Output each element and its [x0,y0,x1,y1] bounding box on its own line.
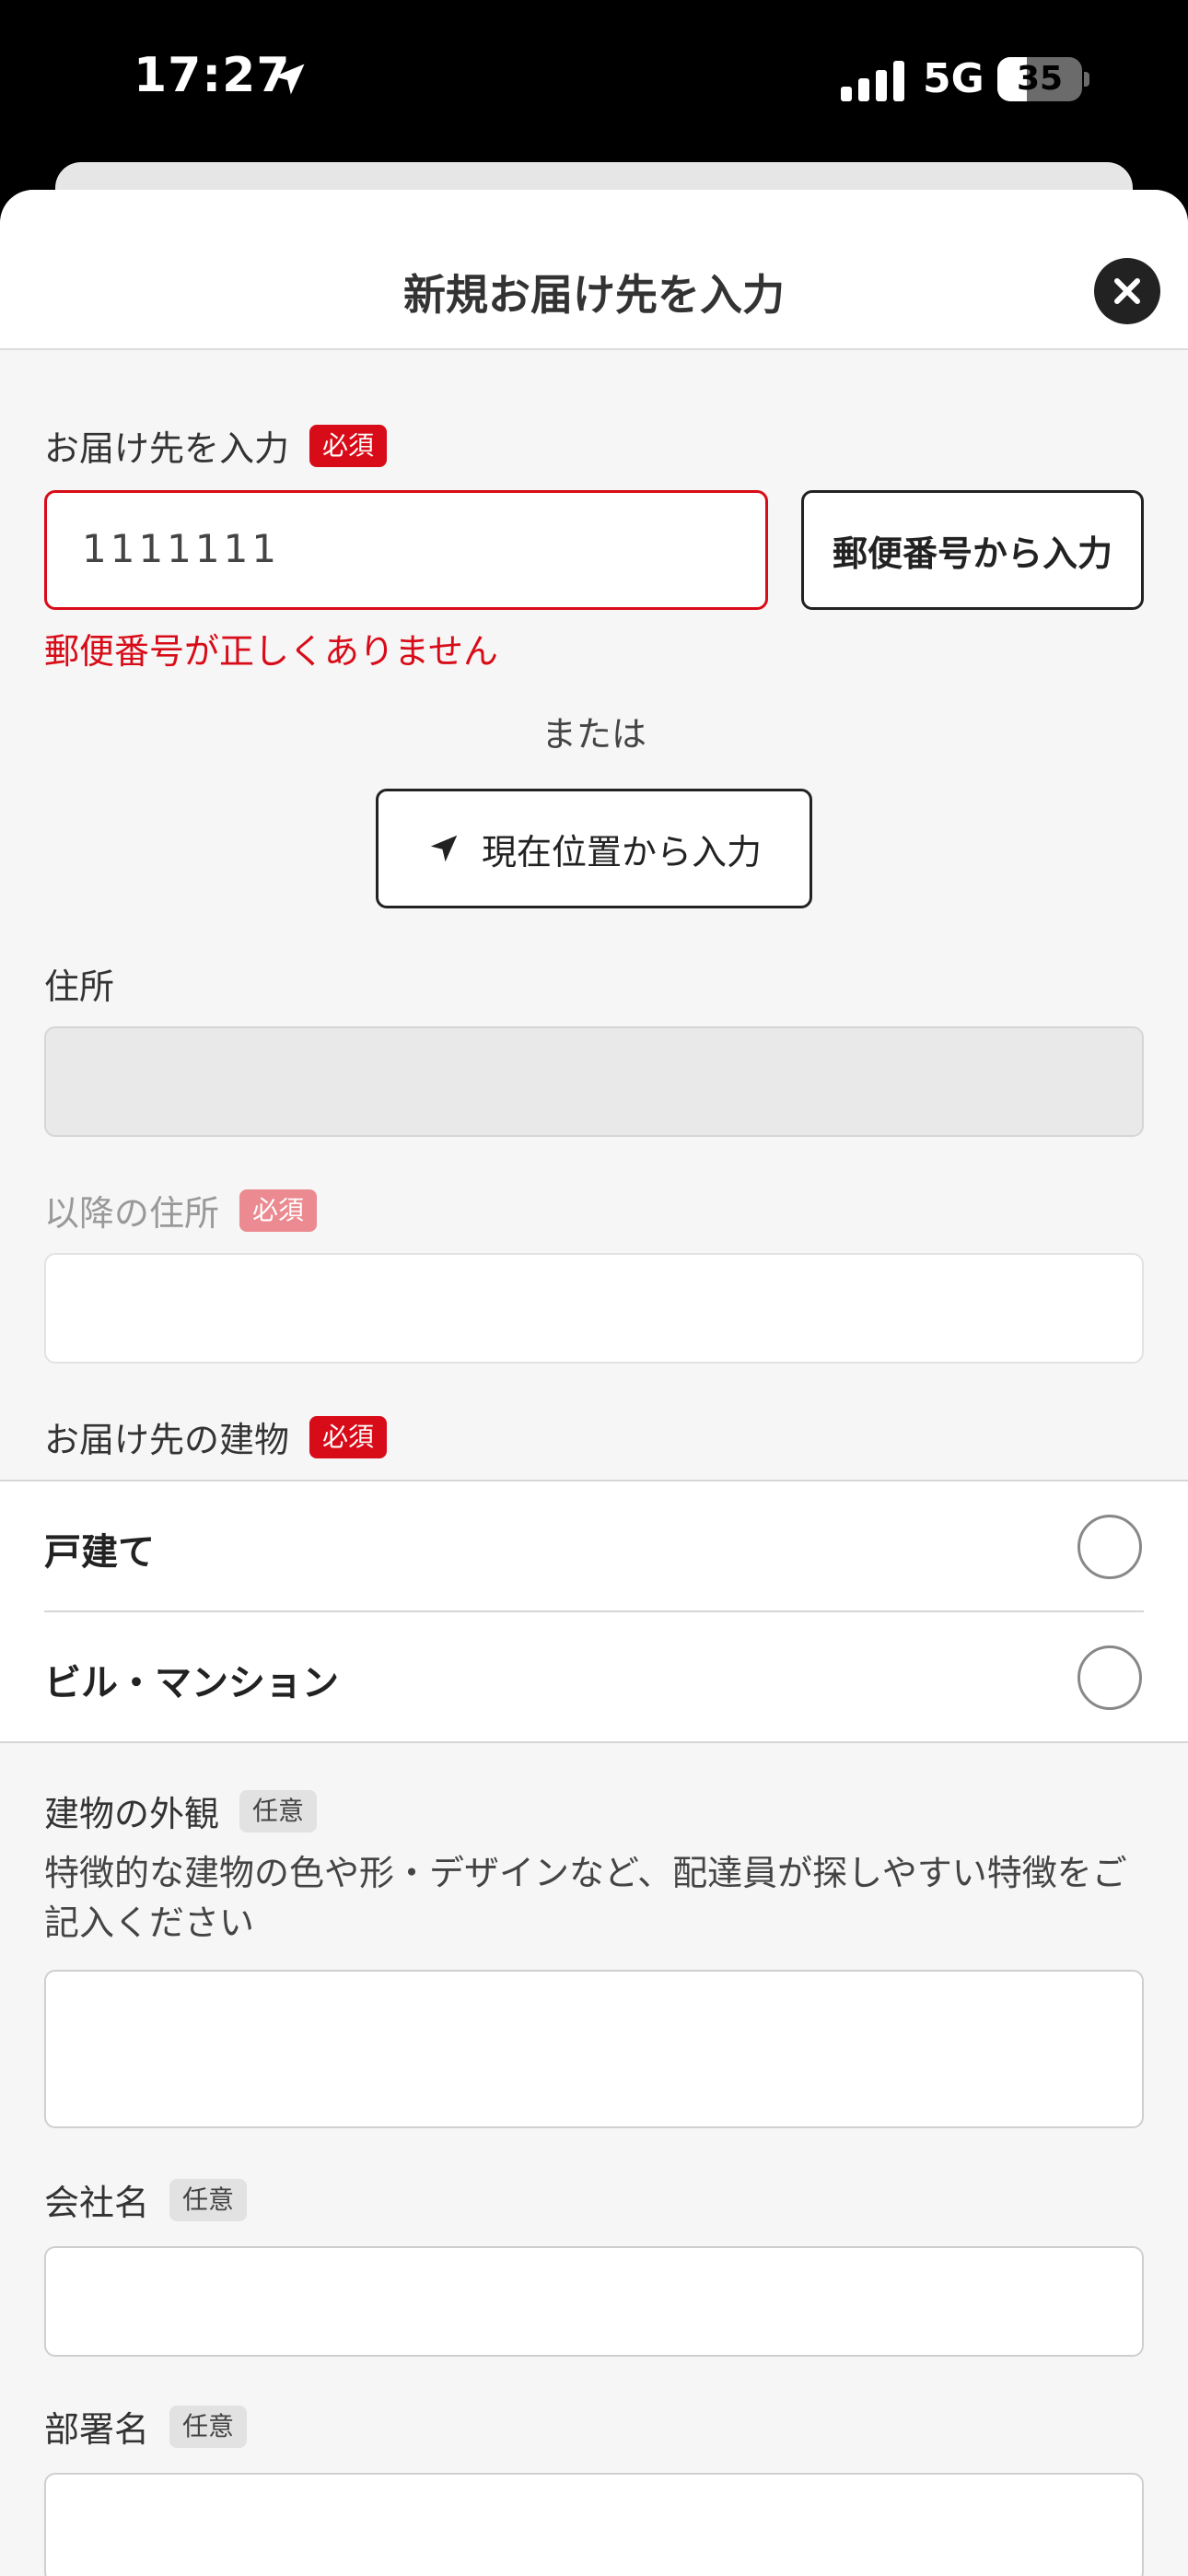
location-arrow-icon [274,64,305,95]
company-name-label: 会社名 任意 [44,2174,248,2225]
close-button[interactable] [1094,258,1160,324]
company-name-input[interactable] [44,2246,1144,2357]
address-rest-label-text: 以降の住所 [44,1193,220,1234]
postal-error-message: 郵便番号が正しくありません [44,631,498,672]
department-name-label-text: 部署名 [44,2409,150,2450]
new-address-modal: 新規お届け先を入力 お届け先を入力 必須 1111111 郵便番号から入力 郵便… [0,190,1188,2576]
company-name-label-text: 会社名 [44,2183,150,2223]
modal-title: 新規お届け先を入力 [403,270,785,320]
building-appearance-input[interactable] [44,1970,1144,2128]
required-badge: 必須 [309,1415,388,1458]
address-label: 住所 [44,958,114,1009]
optional-badge: 任意 [169,2405,248,2448]
divider [0,1741,1188,1743]
building-option-house[interactable]: 戸建て [0,1481,1188,1612]
building-option-apartment[interactable]: ビル・マンション [0,1612,1188,1743]
network-type: 5G [923,55,984,102]
building-appearance-label: 建物の外観 任意 [44,1786,318,1836]
navigation-arrow-icon [430,835,458,862]
status-time: 17:27 [134,48,291,103]
current-location-label: 現在位置から入力 [481,831,762,872]
postal-label-text: お届け先を入力 [44,428,290,469]
optional-badge: 任意 [239,1789,318,1832]
building-appearance-label-text: 建物の外観 [44,1794,220,1834]
department-name-label: 部署名 任意 [44,2401,248,2452]
postal-lookup-button[interactable]: 郵便番号から入力 [801,490,1144,610]
building-type-label: お届け先の建物 必須 [44,1411,388,1462]
address-label-text: 住所 [44,966,115,1007]
postal-section-label: お届け先を入力 必須 [44,420,388,471]
address-rest-input[interactable] [44,1253,1144,1364]
status-bar: 17:27 5G 35 [0,0,1188,175]
radio-button[interactable] [1077,1645,1142,1710]
building-type-label-text: お届け先の建物 [44,1420,290,1460]
address-rest-label: 以降の住所 必須 [44,1185,318,1235]
required-badge: 必須 [239,1188,318,1232]
current-location-button[interactable]: 現在位置から入力 [376,789,812,908]
close-icon [1114,278,1140,304]
building-appearance-help: 特徴的な建物の色や形・デザインなど、配達員が探しやすい特徴をご記入ください [44,1853,1127,1943]
postal-code-value: 1111111 [82,526,281,571]
modal-header: 新規お届け先を入力 [0,190,1188,350]
optional-badge: 任意 [169,2178,248,2221]
required-badge: 必須 [309,424,388,467]
department-name-input[interactable] [44,2473,1144,2576]
cellular-signal-icon [841,61,904,101]
address-field [44,1026,1144,1137]
battery-icon: 35 [997,57,1089,101]
postal-code-input[interactable]: 1111111 [44,490,768,610]
radio-button[interactable] [1077,1515,1142,1579]
building-option-label: 戸建て [44,1531,155,1574]
building-option-label: ビル・マンション [44,1662,339,1704]
or-divider-text: または [541,714,646,755]
battery-level: 35 [1016,60,1064,98]
